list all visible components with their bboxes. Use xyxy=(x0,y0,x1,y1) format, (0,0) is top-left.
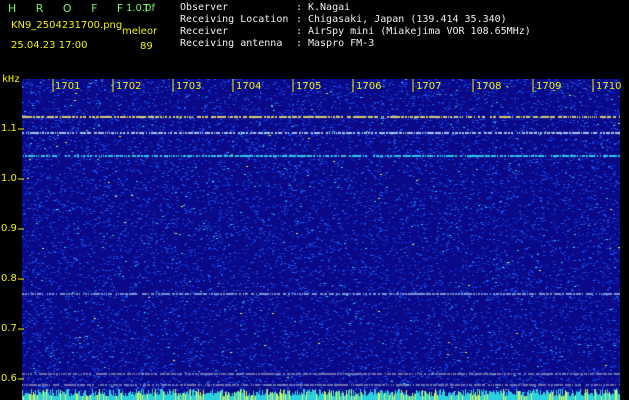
version-label: 1.0.0f xyxy=(126,3,155,14)
info-key-observer: Observer xyxy=(180,2,229,13)
x-tick-label: 1701 xyxy=(55,81,81,92)
info-separator: : xyxy=(296,2,303,13)
x-tick-label: 1706 xyxy=(356,81,382,92)
info-value-location: Chigasaki, Japan (139.414 35.340) xyxy=(308,14,507,25)
info-key-location: Receiving Location xyxy=(180,14,289,25)
x-tick-label: 1707 xyxy=(416,81,442,92)
y-tick-label: 0.8 xyxy=(1,273,17,284)
x-tick-label: 1708 xyxy=(476,81,502,92)
info-value-observer: K.Nagai xyxy=(308,2,351,13)
y-tick-label: 0.9 xyxy=(1,223,17,234)
x-tick-label: 1705 xyxy=(296,81,322,92)
header-panel: H R O F F T 1.0.0f KN9_2504231700.png 25… xyxy=(0,0,629,74)
info-separator: : xyxy=(296,26,303,37)
info-value-receiver: AirSpy mini (Miakejima VOR 108.65MHz) xyxy=(308,26,531,37)
x-tick-label: 1710 xyxy=(596,81,622,92)
x-tick-label: 1709 xyxy=(536,81,562,92)
y-tick-label: 1.0 xyxy=(1,173,17,184)
x-tick-label: 1703 xyxy=(176,81,202,92)
info-separator: : xyxy=(296,14,303,25)
y-tick-label: 1.1 xyxy=(1,123,17,134)
x-tick-label: 1702 xyxy=(116,81,142,92)
timestamp-label: 25.04.23 17:00 xyxy=(11,40,88,51)
y-tick-label: 0.6 xyxy=(1,373,17,384)
source-label: meleor xyxy=(122,26,158,37)
info-value-antenna: Maspro FM-3 xyxy=(308,38,375,49)
filename-label: KN9_2504231700.png xyxy=(11,20,123,31)
info-key-receiver: Receiver xyxy=(180,26,229,37)
y-tick-label: 0.7 xyxy=(1,323,17,334)
info-key-antenna: Receiving antenna xyxy=(180,38,283,49)
info-separator: : xyxy=(296,38,303,49)
x-tick-label: 1704 xyxy=(236,81,262,92)
count-label: 89 xyxy=(140,41,153,52)
spectrogram-canvas xyxy=(22,79,620,400)
y-axis-unit: kHz xyxy=(2,74,21,85)
